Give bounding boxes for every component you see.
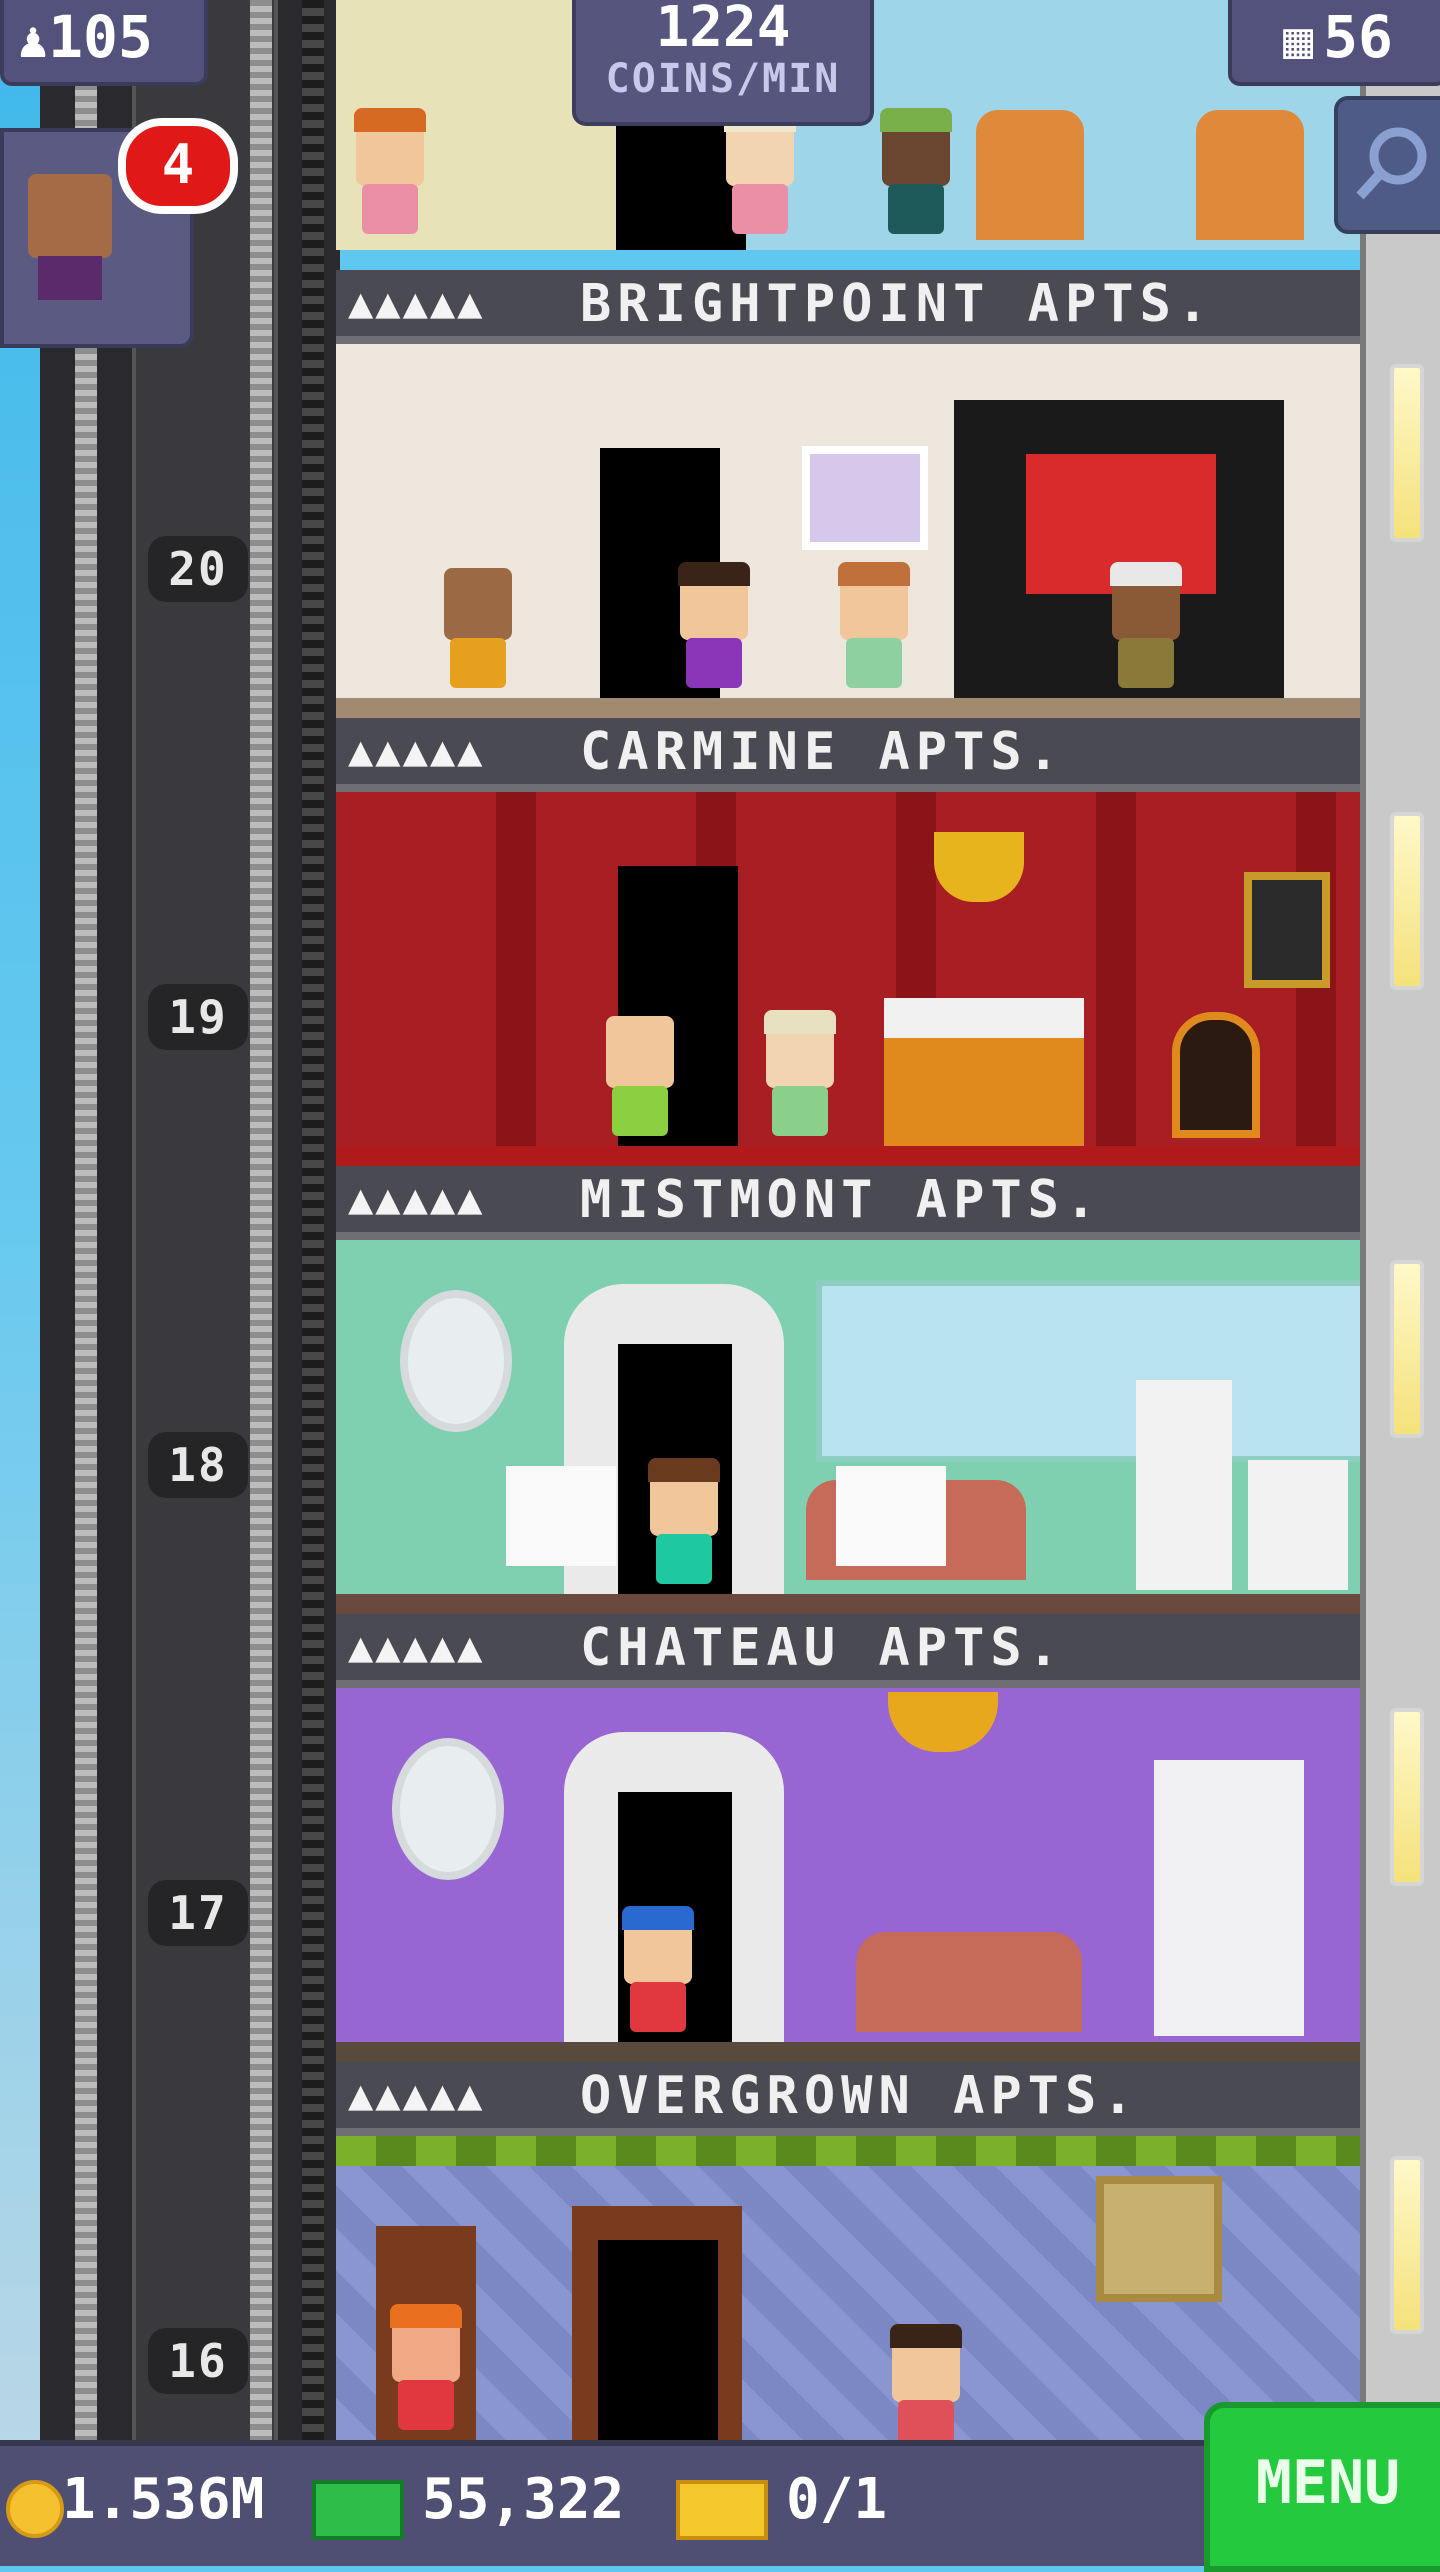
door xyxy=(598,2240,718,2440)
wall-picture xyxy=(1096,2176,1222,2302)
floor-number-18: 18 xyxy=(148,1432,248,1498)
wall-picture xyxy=(802,446,928,550)
chandelier xyxy=(888,1692,998,1752)
floor-name: BRIGHTPOINT APTS. xyxy=(580,274,1215,334)
search-icon xyxy=(1356,127,1427,200)
coin-rate-unit: COINS/MIN xyxy=(605,56,841,102)
floors-value: 56 xyxy=(1323,3,1393,71)
stove xyxy=(1248,1460,1348,1590)
floor-rating: ▲▲▲▲▲ xyxy=(348,1174,485,1223)
floor-rating: ▲▲▲▲▲ xyxy=(348,2070,485,2119)
resident[interactable] xyxy=(600,1016,680,1146)
floor-name-bar: ▲▲▲▲▲ OVERGROWN APTS. xyxy=(336,2062,1360,2136)
elevator-rail-left xyxy=(75,0,97,2440)
resident[interactable] xyxy=(386,2304,466,2440)
resident[interactable] xyxy=(644,1458,724,1594)
floor-number-17: 17 xyxy=(148,1880,248,1946)
elevator-cable xyxy=(302,0,324,2440)
window xyxy=(816,1280,1360,1462)
wall-light xyxy=(1390,812,1424,990)
person-icon: ♟ xyxy=(18,11,49,69)
population-value: 105 xyxy=(48,3,153,71)
floor-name-bar: ▲▲▲▲▲ MISTMONT APTS. xyxy=(336,1166,1360,1240)
resident[interactable] xyxy=(720,108,800,244)
coins-value: 1.536M xyxy=(62,2467,265,2532)
building-icon: ▦ xyxy=(1283,11,1314,69)
search-button[interactable] xyxy=(1334,96,1440,234)
wall-light xyxy=(1390,1260,1424,1438)
resident[interactable] xyxy=(674,562,754,698)
wall-light xyxy=(1390,364,1424,542)
fridge xyxy=(1136,1380,1232,1590)
floor-name-bar: ▲▲▲▲▲ CARMINE APTS. xyxy=(336,718,1360,792)
vines xyxy=(336,2136,1360,2166)
sofa xyxy=(856,1932,1082,2032)
resident[interactable] xyxy=(438,568,518,698)
visitor-avatar xyxy=(28,174,112,258)
floor-name: CHATEAU APTS. xyxy=(580,1618,1065,1678)
elevator-rail-right xyxy=(250,0,272,2440)
sky-background xyxy=(0,0,40,2440)
room-brightpoint[interactable] xyxy=(336,344,1360,720)
room-mistmont[interactable] xyxy=(336,1240,1360,1616)
floor-number-20: 20 xyxy=(148,536,248,602)
wall-light xyxy=(1390,1708,1424,1886)
armchair xyxy=(1196,110,1304,240)
cabinet xyxy=(1154,1760,1304,2036)
floor-number-16: 16 xyxy=(148,2328,248,2394)
wall-mirror xyxy=(400,1290,512,1432)
coin-rate-panel[interactable]: 1224 COINS/MIN xyxy=(572,0,874,126)
floor-name-bar: ▲▲▲▲▲ CHATEAU APTS. xyxy=(336,1614,1360,1688)
room-carmine[interactable] xyxy=(336,792,1360,1168)
chandelier xyxy=(934,832,1024,902)
bed xyxy=(884,998,1084,1168)
resident[interactable] xyxy=(618,1906,698,2042)
chair xyxy=(1172,1012,1260,1138)
visitor-body xyxy=(38,256,102,300)
resident[interactable] xyxy=(350,108,430,244)
floor-name: CARMINE APTS. xyxy=(580,722,1065,782)
visitor-count-badge: 4 xyxy=(118,118,238,214)
floor-name: MISTMONT APTS. xyxy=(580,1170,1103,1230)
armchair xyxy=(976,110,1084,240)
population-counter[interactable]: ♟105 xyxy=(0,0,208,86)
resident[interactable] xyxy=(834,562,914,698)
room-overgrown[interactable] xyxy=(336,2136,1360,2440)
wall-picture xyxy=(1244,872,1330,988)
resident[interactable] xyxy=(1106,562,1186,698)
unicorn xyxy=(506,1466,616,1566)
coin-rate-value: 1224 xyxy=(655,0,791,60)
wall-mirror xyxy=(392,1738,504,1880)
coin-icon xyxy=(6,2480,64,2538)
floors-counter[interactable]: ▦ 56 xyxy=(1228,0,1440,86)
wall-light xyxy=(1390,2156,1424,2334)
floor-number-19: 19 xyxy=(148,984,248,1050)
floor-name-bar: ▲▲▲▲▲ BRIGHTPOINT APTS. xyxy=(336,270,1360,344)
floor-name: OVERGROWN APTS. xyxy=(580,2066,1140,2126)
tickets-value: 0/1 xyxy=(786,2467,888,2532)
room-chateau[interactable] xyxy=(336,1688,1360,2064)
resident[interactable] xyxy=(876,108,956,244)
unicorn xyxy=(836,1466,946,1566)
menu-button[interactable]: MENU xyxy=(1204,2402,1440,2572)
bux-icon xyxy=(312,2480,404,2540)
floor-rating: ▲▲▲▲▲ xyxy=(348,1622,485,1671)
resident[interactable] xyxy=(760,1010,840,1146)
floor-rating: ▲▲▲▲▲ xyxy=(348,278,485,327)
floor-rating: ▲▲▲▲▲ xyxy=(348,726,485,775)
bux-value: 55,322 xyxy=(422,2467,625,2532)
resident[interactable] xyxy=(886,2324,966,2440)
ticket-icon xyxy=(676,2480,768,2540)
